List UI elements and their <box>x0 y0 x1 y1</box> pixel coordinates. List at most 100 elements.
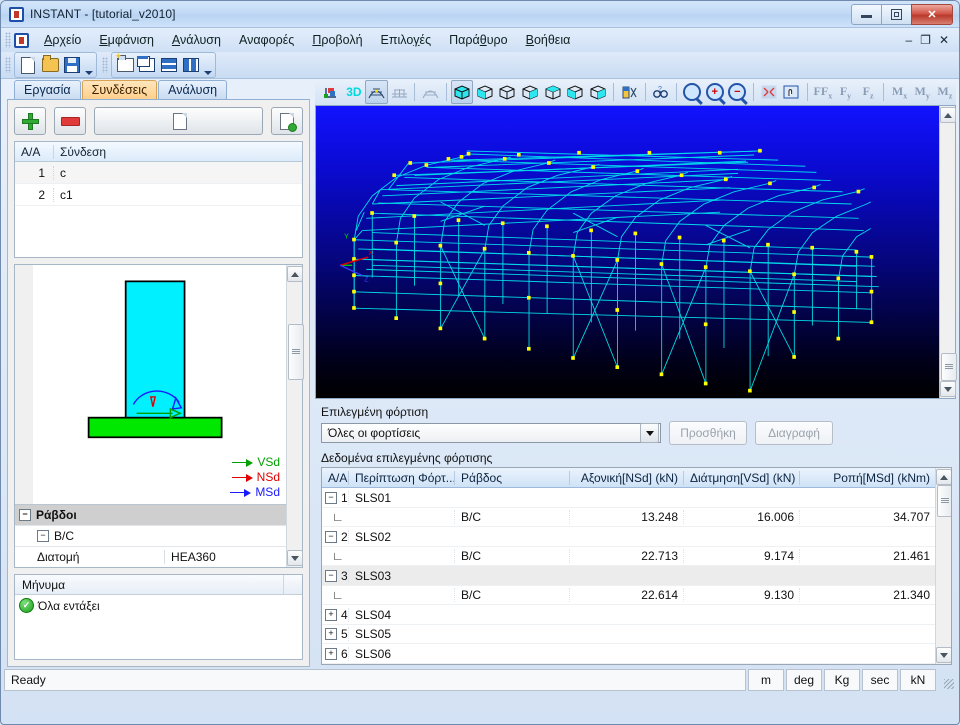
expand-icon[interactable]: + <box>325 628 337 641</box>
zoom-extents-icon[interactable] <box>758 80 781 104</box>
property-subgroup-row[interactable]: − B/C <box>15 525 286 546</box>
viewport-vertical-scrollbar[interactable] <box>939 106 957 398</box>
remove-connection-button[interactable] <box>54 107 86 135</box>
tab-ergasia[interactable]: Εργασία <box>14 80 81 99</box>
menu-item-file[interactable]: Αρχείο <box>35 30 90 50</box>
maximize-button[interactable] <box>881 3 912 25</box>
table-row[interactable]: +4 SLS04 <box>322 605 935 625</box>
new-project-icon[interactable] <box>114 51 136 76</box>
toolbar-grip-1[interactable] <box>5 57 11 73</box>
table-row[interactable]: ∟ B/C 13.248 16.006 34.707 <box>322 508 935 528</box>
table-row[interactable]: 1 c <box>15 162 302 184</box>
cascade-windows-icon[interactable] <box>136 55 158 76</box>
tile-horizontal-icon[interactable] <box>158 55 180 76</box>
table-row[interactable]: +5 SLS05 <box>322 625 935 645</box>
scroll-down-icon[interactable] <box>286 550 303 566</box>
load-table-vertical-scrollbar[interactable] <box>935 468 951 664</box>
new-document-icon[interactable] <box>17 55 39 76</box>
model-3d-canvas[interactable]: X Y Z <box>316 106 939 398</box>
tab-syndeseis[interactable]: Συνδέσεις <box>81 80 158 99</box>
find-icon[interactable]: ? <box>649 80 672 104</box>
table-row[interactable]: −2 SLS02 <box>322 527 935 547</box>
tile-vertical-icon[interactable] <box>180 55 202 76</box>
expand-icon[interactable]: + <box>325 608 337 621</box>
table-row[interactable]: ∟ B/C 22.614 9.130 21.340 <box>322 586 935 606</box>
scroll-up-icon[interactable] <box>939 107 956 123</box>
detail-vertical-scrollbar[interactable] <box>286 265 304 567</box>
open-folder-icon[interactable] <box>39 55 61 76</box>
delete-load-button[interactable]: Διαγραφή <box>755 421 833 445</box>
table-row[interactable]: −3 SLS03 <box>322 566 935 586</box>
menu-drag-grip[interactable] <box>5 32 11 48</box>
file-toolbar-overflow-icon[interactable] <box>83 54 94 77</box>
connections-grid[interactable]: A/A Σύνδεση 1 c 2 c1 <box>14 141 303 258</box>
connection-preview-canvas[interactable]: VSd NSd MSd <box>15 265 286 504</box>
view-bottom-icon[interactable] <box>586 80 609 104</box>
add-connection-button[interactable] <box>14 107 46 135</box>
load-case-select[interactable]: Όλες οι φορτίσεις <box>321 423 661 443</box>
minimize-button[interactable] <box>851 3 882 25</box>
collapse-icon[interactable]: − <box>325 530 337 543</box>
force-y-button[interactable]: Fy <box>834 80 857 104</box>
cut-section-icon[interactable] <box>618 80 641 104</box>
table-row[interactable]: −1 SLS01 <box>322 488 935 508</box>
menu-item-analysis[interactable]: Ανάλυση <box>163 30 230 50</box>
table-row[interactable]: 2 c1 <box>15 184 302 206</box>
menu-item-help[interactable]: Βοήθεια <box>517 30 580 50</box>
expand-icon[interactable]: + <box>325 647 337 660</box>
chevron-down-icon[interactable] <box>640 423 659 443</box>
moment-y-button[interactable]: My <box>911 80 934 104</box>
scrollbar-track[interactable] <box>940 123 957 381</box>
zoom-out-icon[interactable] <box>726 80 749 104</box>
view-top-icon[interactable] <box>564 80 587 104</box>
3d-icon[interactable]: 3D <box>343 80 366 104</box>
pan-icon[interactable] <box>780 80 803 104</box>
tab-analysi[interactable]: Ανάλυση <box>158 80 228 99</box>
property-row[interactable]: Διατομή HEA360 <box>15 546 286 567</box>
view-front-icon[interactable] <box>473 80 496 104</box>
load-data-table[interactable]: A/A Περίπτωση Φόρτ... Ράβδος Αξονική[NSd… <box>321 467 952 665</box>
scrollbar-track[interactable] <box>287 282 304 550</box>
render-wire-icon[interactable] <box>419 80 442 104</box>
render-frame-icon[interactable] <box>365 80 388 104</box>
resize-grip-icon[interactable] <box>938 669 956 691</box>
collapse-icon[interactable]: − <box>325 569 337 582</box>
menu-item-view[interactable]: Προβολή <box>303 30 371 50</box>
mdi-close-button[interactable]: ✕ <box>939 33 949 47</box>
view-left-icon[interactable] <box>519 80 542 104</box>
render-mesh-icon[interactable] <box>388 80 411 104</box>
moment-z-button[interactable]: Mz <box>934 80 957 104</box>
menu-item-options[interactable]: Επιλογές <box>372 30 441 50</box>
scroll-up-icon[interactable] <box>935 469 951 485</box>
scrollbar-thumb[interactable] <box>287 324 304 380</box>
force-z-button[interactable]: Fz <box>857 80 880 104</box>
close-button[interactable]: ✕ <box>911 3 953 25</box>
moment-x-button[interactable]: Mx <box>888 80 911 104</box>
scrollbar-track[interactable] <box>936 485 951 647</box>
paste-connection-button[interactable] <box>271 107 303 135</box>
collapse-icon[interactable]: − <box>325 491 337 504</box>
property-group-header[interactable]: − Ράβδοι <box>15 505 286 525</box>
scroll-down-icon[interactable] <box>939 381 956 397</box>
mdi-minimize-button[interactable]: – <box>905 33 912 47</box>
model-viewport[interactable]: X Y Z <box>315 105 957 399</box>
menu-item-reports[interactable]: Αναφορές <box>230 30 303 50</box>
menu-item-window[interactable]: Παράθυρο <box>440 30 516 50</box>
scrollbar-thumb[interactable] <box>940 353 957 381</box>
axes-icon[interactable] <box>320 80 343 104</box>
copy-connection-button[interactable] <box>94 107 263 135</box>
add-load-button[interactable]: Προσθήκη <box>669 421 747 445</box>
view-right-icon[interactable] <box>541 80 564 104</box>
force-x-button[interactable]: FFxFx <box>812 80 835 104</box>
list-item[interactable]: ✓ Όλα εντάξει <box>15 595 302 613</box>
table-row[interactable]: ∟ B/C 22.713 9.174 21.461 <box>322 547 935 567</box>
collapse-icon[interactable]: − <box>19 509 31 521</box>
zoom-in-icon[interactable] <box>703 80 726 104</box>
toolbar-grip-2[interactable] <box>102 57 108 73</box>
property-value[interactable]: HEA360 <box>164 550 286 564</box>
view-iso-icon[interactable] <box>450 80 474 104</box>
scroll-down-icon[interactable] <box>935 647 951 663</box>
mdi-restore-button[interactable]: ❐ <box>920 33 931 47</box>
view-back-icon[interactable] <box>496 80 519 104</box>
scroll-up-icon[interactable] <box>286 266 303 282</box>
